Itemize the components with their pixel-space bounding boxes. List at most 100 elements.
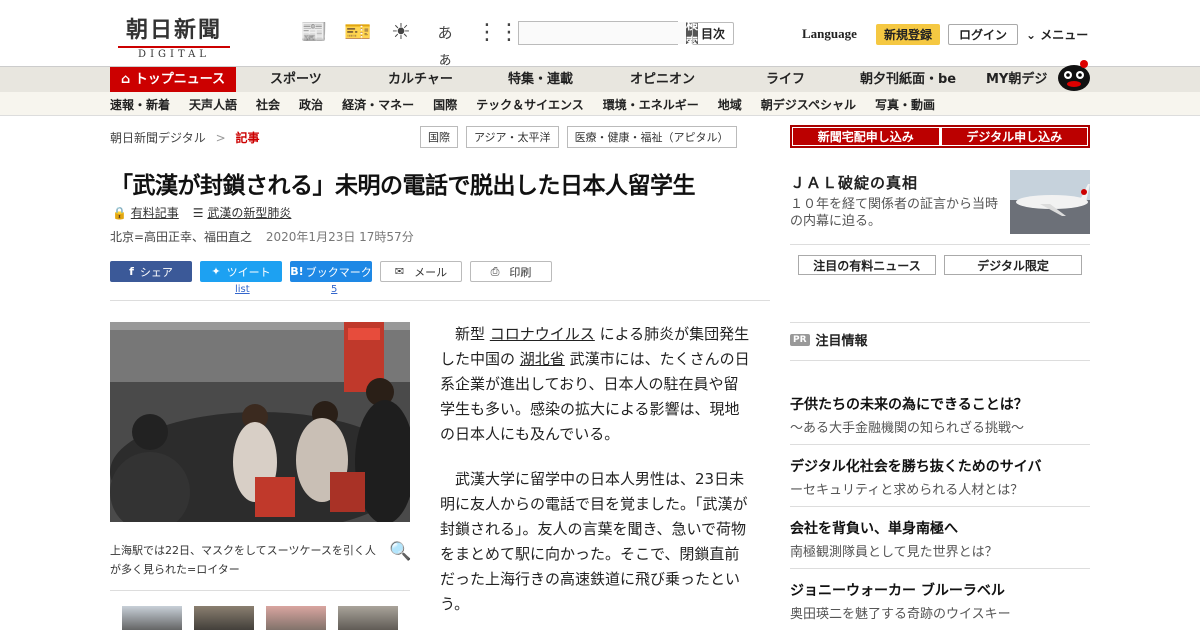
- divider: [790, 322, 1090, 323]
- thumbnail[interactable]: [122, 606, 182, 630]
- divider: [790, 444, 1090, 445]
- topic-tags: 国際 アジア・太平洋 医療・健康・福祉（アピタル）: [420, 126, 737, 148]
- login-button[interactable]: ログイン: [948, 24, 1018, 45]
- breadcrumb-sep: >: [215, 131, 226, 145]
- print-icon: ⎙: [490, 264, 500, 278]
- subnav-item[interactable]: 地域: [718, 96, 742, 113]
- chevron-down-icon: ⌄: [1026, 28, 1037, 42]
- thumbnail[interactable]: [266, 606, 326, 630]
- list-icon: ☰: [192, 206, 204, 220]
- home-icon: ⌂: [120, 72, 131, 87]
- lock-icon: 🔒: [112, 206, 127, 220]
- newspaper-subscribe-button[interactable]: 新聞宅配申し込み: [793, 128, 939, 145]
- nav-sports[interactable]: スポーツ: [270, 67, 322, 93]
- divider: [790, 506, 1090, 507]
- subnav-item[interactable]: 写真・動画: [875, 96, 935, 113]
- article-body: 新型 コロナウイルス による肺炎が集団発生した中国の 湖北省 武漢市には、たくさ…: [440, 322, 750, 630]
- paragraph: 武漢大学に留学中の日本人男性は、23日未明に友人からの電話で目を覚ました。「武漢…: [440, 470, 748, 613]
- thumbnail[interactable]: [338, 606, 398, 630]
- sub-nav: 速報・新着 天声人語 社会 政治 経済・マネー 国際 テック＆サイエンス 環境・…: [0, 92, 1200, 116]
- article-meta: 🔒 有料記事 ☰ 武漢の新型肺炎: [112, 204, 291, 221]
- newspaper-icon[interactable]: 📰: [300, 20, 327, 72]
- pr-item[interactable]: デジタル化社会を勝ち抜くためのサイバ ーセキュリティと求められる人材とは？: [790, 456, 1090, 498]
- byline: 北京=高田正幸、福田直之 2020年1月23日 17時57分: [110, 228, 414, 245]
- divider: [110, 590, 410, 591]
- twitter-share-button[interactable]: ✦ ツイート: [200, 261, 282, 282]
- tab-paid-news[interactable]: 注目の有料ニュース: [798, 255, 936, 275]
- feature-image[interactable]: [1010, 170, 1090, 234]
- subnav-item[interactable]: 環境・エネルギー: [603, 96, 699, 113]
- photo-thumbnails: [122, 606, 398, 630]
- pr-item-title: デジタル化社会を勝ち抜くためのサイバ: [790, 459, 1042, 475]
- share-buttons: f シェア ✦ ツイート B! ブックマーク ✉ メール ⎙ 印刷: [110, 261, 552, 282]
- facebook-share-button[interactable]: f シェア: [110, 261, 192, 282]
- subnav-item[interactable]: 国際: [433, 96, 457, 113]
- weather-icon[interactable]: ☀: [388, 20, 414, 72]
- menu-label: メニュー: [1040, 28, 1089, 42]
- pr-item-subtitle: ～ある大手金融機関の知られざる挑戦～: [790, 421, 1025, 436]
- pr-item[interactable]: ジョニーウォーカー ブルーラベル 奥田瑛二を魅了する奇跡のウイスキー: [790, 580, 1090, 622]
- divider: [110, 300, 770, 301]
- nav-culture[interactable]: カルチャー: [388, 67, 453, 93]
- keyword-link[interactable]: 湖北省: [520, 350, 565, 368]
- nav-my[interactable]: MY朝デジ: [986, 67, 1047, 93]
- subnav-item[interactable]: テック＆サイエンス: [476, 96, 584, 113]
- airplane-image: [1010, 170, 1090, 234]
- pr-item-subtitle: ーセキュリティと求められる人材とは？: [790, 483, 1024, 498]
- feature-title[interactable]: ＪＡＬ破綻の真相: [790, 172, 918, 193]
- ticket-icon[interactable]: 🎫: [344, 20, 371, 72]
- subnav-item[interactable]: 速報・新着: [110, 96, 170, 113]
- mokuji-button[interactable]: 目次: [692, 22, 734, 45]
- font-size-icon[interactable]: あぁ: [432, 20, 458, 72]
- divider: [790, 360, 1090, 361]
- article-photo[interactable]: [110, 322, 410, 522]
- print-button[interactable]: ⎙ 印刷: [470, 261, 552, 282]
- main-nav: ⌂ トップニュース スポーツ カルチャー 特集・連載 オピニオン ライフ 朝夕刊…: [0, 66, 1200, 93]
- subnav-item[interactable]: 社会: [256, 96, 280, 113]
- logo-text: 朝日新聞: [125, 17, 222, 43]
- register-button[interactable]: 新規登録: [876, 24, 940, 45]
- subnav-item[interactable]: 天声人語: [189, 96, 237, 113]
- divider: [790, 244, 1090, 245]
- pr-item-title: 会社を背負い、単身南極へ: [790, 521, 958, 537]
- digital-subscribe-button[interactable]: デジタル申し込み: [941, 128, 1087, 145]
- pr-section-header: PR 注目情報: [790, 330, 868, 349]
- series-link[interactable]: ☰ 武漢の新型肺炎: [193, 204, 292, 221]
- tab-digital-only[interactable]: デジタル限定: [944, 255, 1082, 275]
- subnav-item[interactable]: 朝デジスペシャル: [761, 96, 856, 113]
- search-input[interactable]: [519, 22, 686, 44]
- hatena-count[interactable]: 5: [331, 284, 337, 295]
- paid-article-label[interactable]: 🔒 有料記事: [112, 204, 179, 221]
- paragraph: 新型 コロナウイルス による肺炎が集団発生した中国の 湖北省 武漢市には、たくさ…: [440, 325, 750, 443]
- zoom-icon[interactable]: 🔍: [389, 541, 411, 562]
- nav-life[interactable]: ライフ: [766, 67, 805, 93]
- breadcrumb-home[interactable]: 朝日新聞デジタル: [110, 131, 206, 145]
- pr-item-title: ジョニーウォーカー ブルーラベル: [790, 583, 1005, 599]
- tool-icons: 📰 🎫 ☀ あぁ ⋮⋮: [300, 20, 520, 72]
- twitter-icon: ✦: [211, 265, 221, 278]
- subnav-item[interactable]: 経済・マネー: [342, 96, 414, 113]
- pr-item[interactable]: 会社を背負い、単身南極へ 南極観測隊員として見た世界とは？: [790, 518, 1090, 560]
- mascot-icon: [1058, 60, 1090, 91]
- pr-item-subtitle: 奥田瑛二を魅了する奇跡のウイスキー: [790, 607, 1011, 622]
- tag-international[interactable]: 国際: [420, 126, 458, 148]
- thumbnail[interactable]: [194, 606, 254, 630]
- site-logo[interactable]: 朝日新聞 DIGITAL: [118, 12, 230, 60]
- subnav-item[interactable]: 政治: [299, 96, 323, 113]
- twitter-count[interactable]: list: [235, 284, 250, 295]
- nav-paper[interactable]: 朝夕刊紙面・be: [860, 67, 956, 93]
- nav-opinion[interactable]: オピニオン: [630, 67, 695, 93]
- grid-menu-icon[interactable]: ⋮⋮: [476, 20, 520, 72]
- facebook-icon: f: [129, 265, 134, 278]
- mail-button[interactable]: ✉ メール: [380, 261, 462, 282]
- nav-special[interactable]: 特集・連載: [508, 67, 573, 93]
- hatena-bookmark-button[interactable]: B! ブックマーク: [290, 261, 372, 282]
- nav-top-news[interactable]: ⌂ トップニュース: [110, 67, 236, 93]
- keyword-link[interactable]: コロナウイルス: [490, 325, 595, 343]
- language-link[interactable]: Language: [802, 26, 857, 42]
- pr-item[interactable]: 子供たちの未来の為にできることは？ ～ある大手金融機関の知られざる挑戦～: [790, 394, 1090, 436]
- hatena-icon: B!: [290, 265, 304, 278]
- menu-button[interactable]: ⌄ メニュー: [1026, 26, 1088, 43]
- tag-asia[interactable]: アジア・太平洋: [466, 126, 559, 148]
- tag-health[interactable]: 医療・健康・福祉（アピタル）: [566, 126, 737, 148]
